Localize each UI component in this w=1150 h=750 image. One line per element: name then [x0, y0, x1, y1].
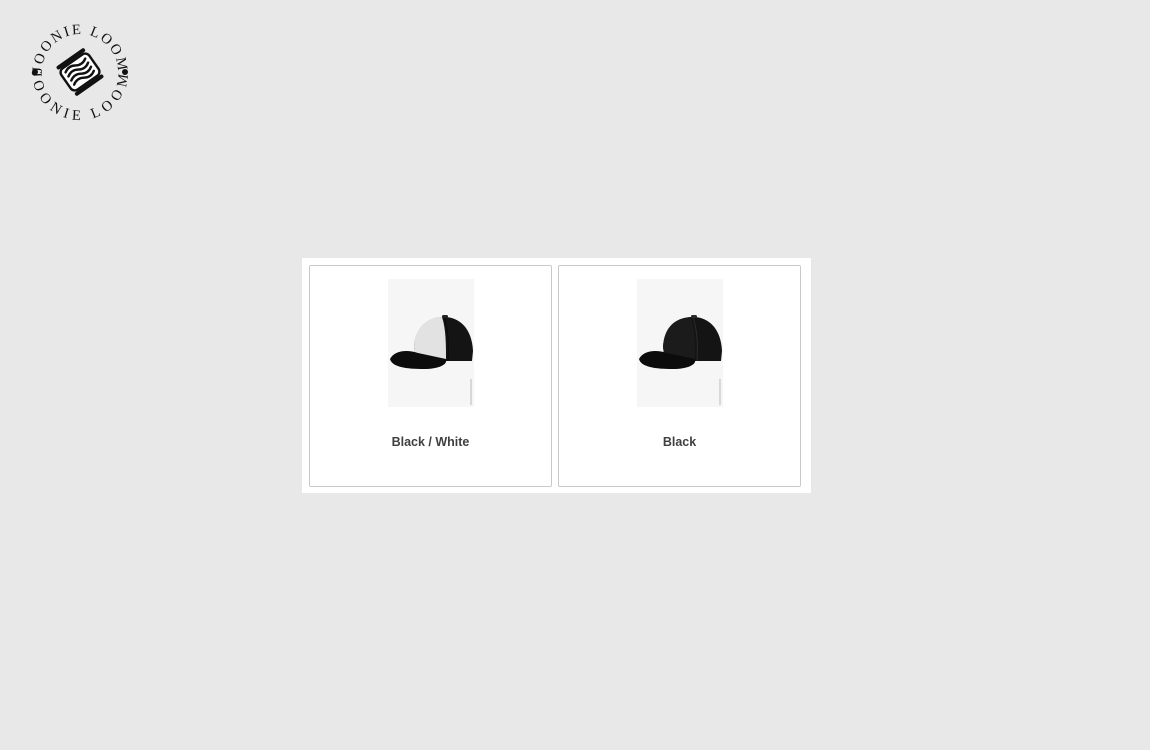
brand-logo-badge: JOONIE LOOM JOONIE LOOM — [28, 22, 130, 124]
variant-image — [388, 279, 474, 407]
trucker-cap-black-white-icon — [388, 279, 474, 407]
logo-dot-left — [32, 69, 38, 75]
brand-logo[interactable]: JOONIE LOOM JOONIE LOOM — [24, 16, 136, 128]
variant-option-black[interactable]: Black — [558, 265, 801, 487]
variant-image — [637, 279, 723, 407]
yarn-spool-icon — [56, 48, 104, 96]
logo-dot-right — [122, 69, 128, 75]
snapback-cap-black-icon — [637, 279, 723, 407]
variant-selector: Black / White Black — [302, 258, 811, 493]
variant-label: Black — [662, 435, 697, 449]
variant-option-black-white[interactable]: Black / White — [309, 265, 552, 487]
variant-label: Black / White — [391, 435, 470, 449]
